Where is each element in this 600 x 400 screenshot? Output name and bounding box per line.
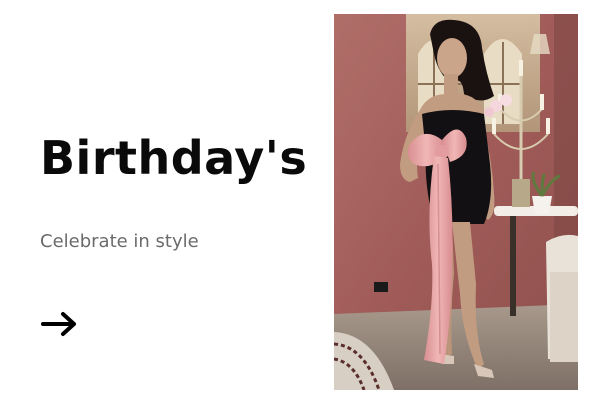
banner-subheadline: Celebrate in style: [40, 231, 199, 252]
model-photo-image: [334, 14, 578, 390]
banner-photo[interactable]: [334, 14, 578, 390]
banner-headline: Birthday's: [40, 131, 308, 185]
arrow-right-icon[interactable]: [40, 306, 80, 342]
promo-banner: Birthday's Celebrate in style: [0, 0, 600, 400]
banner-text-panel: Birthday's Celebrate in style: [0, 0, 330, 400]
